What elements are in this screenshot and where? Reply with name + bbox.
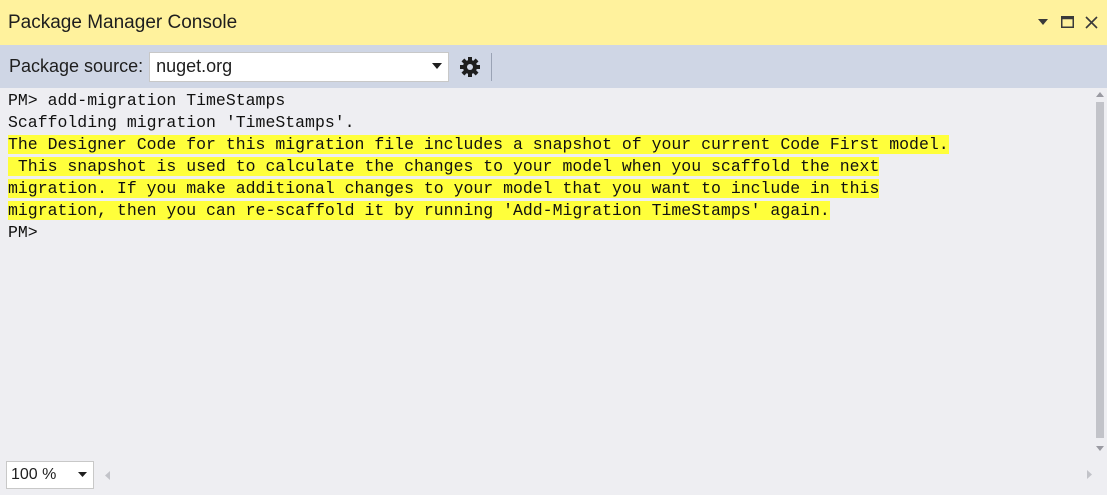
toolbar-separator [491,52,493,81]
title-bar: Package Manager Console [0,0,1107,45]
console-prompt: PM> [8,223,38,242]
console-output[interactable]: PM> add-migration TimeStamps Scaffolding… [0,88,1093,455]
scroll-left-icon[interactable] [104,470,111,480]
scroll-right-icon[interactable] [1086,470,1093,479]
window-controls [1033,12,1101,32]
chevron-down-icon [432,62,443,69]
console-line: PM> add-migration TimeStamps [8,91,286,110]
console-line: migration, then you can re-scaffold it b… [8,201,830,220]
chevron-down-icon [78,472,87,477]
console-line: The Designer Code for this migration fil… [8,135,949,154]
package-source-value: nuget.org [156,56,233,76]
close-icon[interactable] [1081,12,1101,32]
package-source-label: Package source: [9,56,144,76]
gear-icon[interactable] [459,56,481,78]
scroll-down-icon[interactable] [1096,444,1104,452]
dropdown-icon[interactable] [1033,12,1053,32]
console-line: Scaffolding migration 'TimeStamps'. [8,113,355,132]
package-source-select[interactable]: nuget.org [149,51,450,82]
status-bar: 100 % [0,455,1107,495]
scroll-up-icon[interactable] [1096,91,1104,99]
scrollbar-thumb[interactable] [1096,102,1104,438]
zoom-value: 100 % [11,466,57,483]
vertical-scrollbar[interactable] [1093,88,1107,455]
console-line: migration. If you make additional change… [8,179,880,198]
zoom-select[interactable]: 100 % [6,461,94,489]
window-title: Package Manager Console [8,11,238,33]
console-line: This snapshot is used to calculate the c… [8,157,880,176]
maximize-icon[interactable] [1057,12,1077,32]
toolbar: Package source: nuget.org [0,45,1107,88]
